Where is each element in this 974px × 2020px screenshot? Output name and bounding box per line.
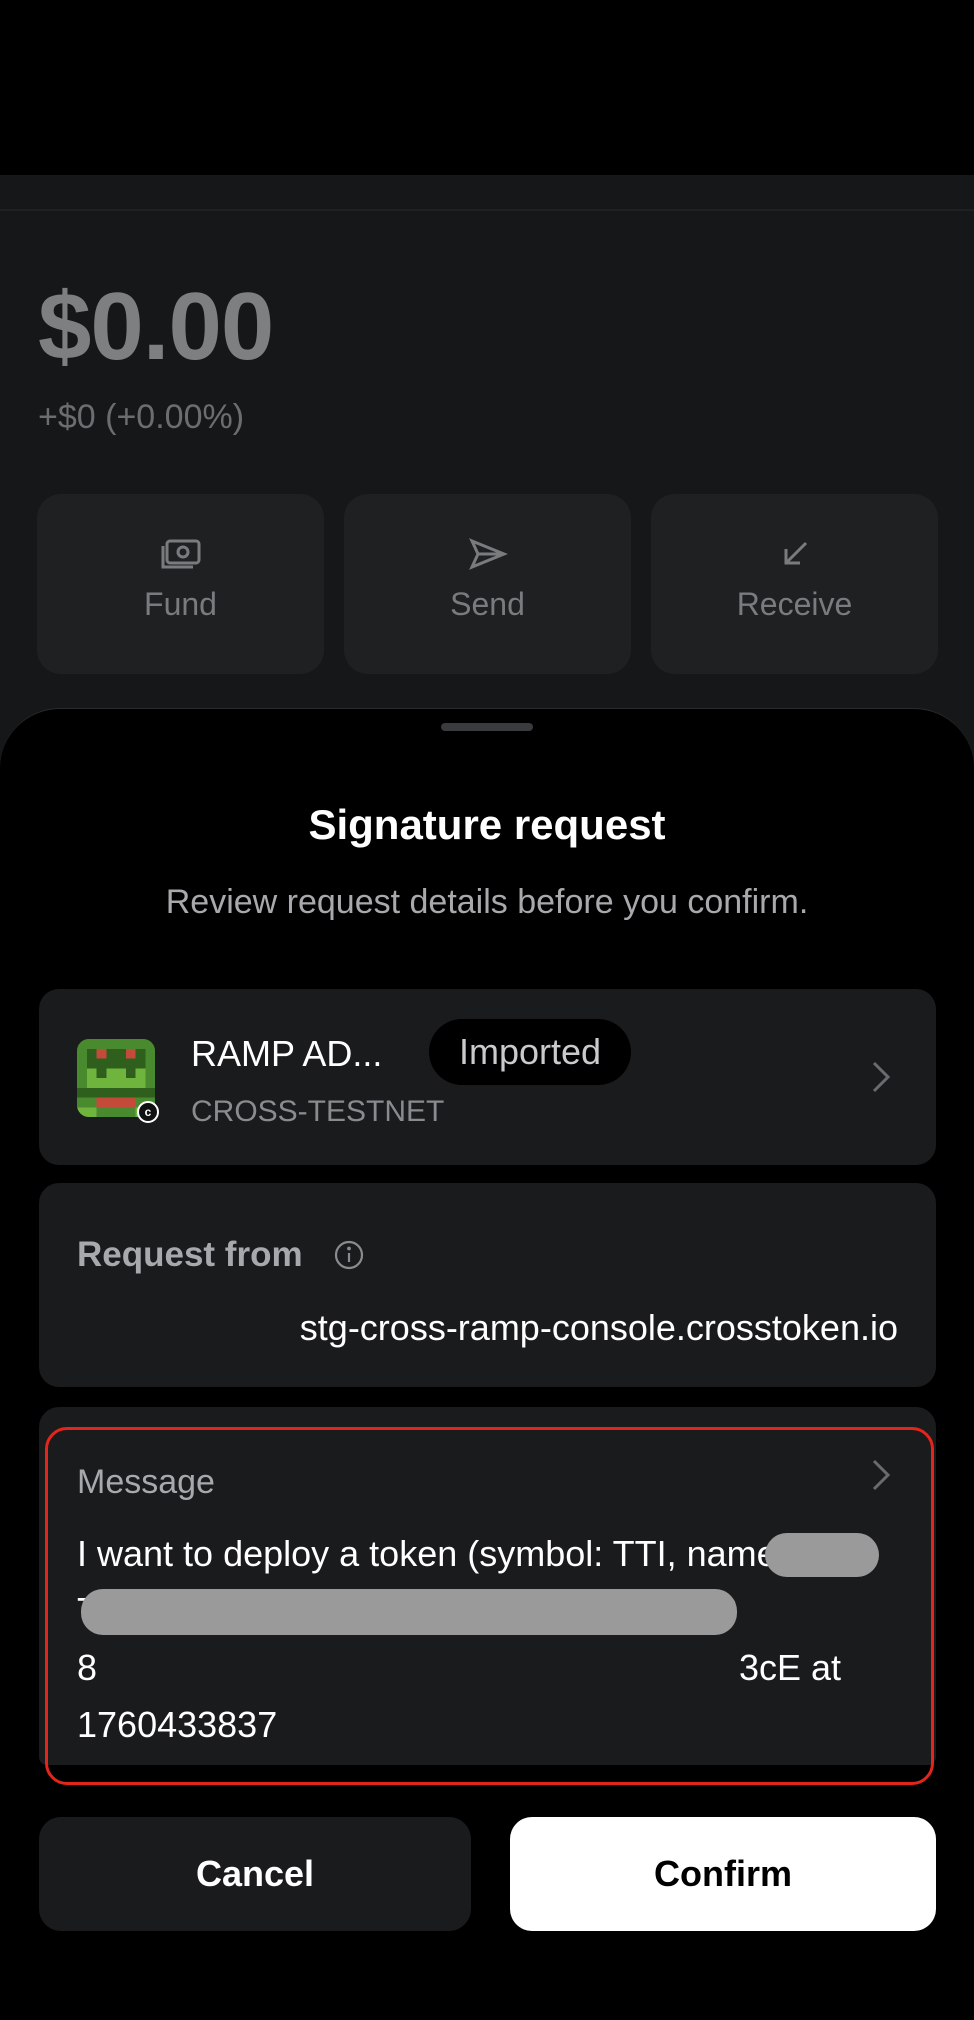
send-button[interactable]: Send — [344, 494, 631, 674]
receive-arrow-icon — [651, 534, 938, 574]
request-from-label: Request from — [77, 1235, 303, 1274]
account-name: RAMP AD... — [191, 1033, 383, 1074]
fund-button[interactable]: Fund — [37, 494, 324, 674]
confirm-button[interactable]: Confirm — [510, 1817, 936, 1931]
request-from-card: Request from stg-cross-ramp-console.cros… — [39, 1183, 936, 1387]
fund-label: Fund — [144, 586, 217, 622]
status-area — [0, 0, 974, 175]
chevron-right-icon[interactable] — [869, 1059, 893, 1100]
account-card[interactable]: c RAMP AD... Imported CROSS-TESTNET — [39, 989, 936, 1165]
account-network: CROSS-TESTNET — [191, 1095, 445, 1128]
signature-request-sheet: Signature request Review request details… — [0, 708, 974, 2020]
cancel-button[interactable]: Cancel — [39, 1817, 471, 1931]
highlight-outline — [45, 1427, 934, 1785]
request-origin: stg-cross-ramp-console.crosstoken.io — [299, 1307, 898, 1348]
sheet-subtitle: Review request details before you confir… — [165, 883, 809, 921]
network-badge-icon: c — [137, 1101, 159, 1123]
receive-label: Receive — [736, 586, 853, 622]
wallet-balance: $0.00 — [38, 273, 274, 380]
send-label: Send — [450, 586, 525, 622]
sheet-title: Signature request — [308, 801, 666, 848]
imported-badge: Imported — [429, 1019, 632, 1085]
sheet-grabber[interactable] — [441, 723, 533, 731]
wallet-icon — [37, 534, 324, 574]
receive-button[interactable]: Receive — [651, 494, 938, 674]
header-divider — [0, 209, 974, 211]
balance-change: +$0 (+0.00%) — [38, 398, 245, 436]
info-icon[interactable] — [333, 1239, 365, 1271]
send-icon — [344, 534, 631, 574]
